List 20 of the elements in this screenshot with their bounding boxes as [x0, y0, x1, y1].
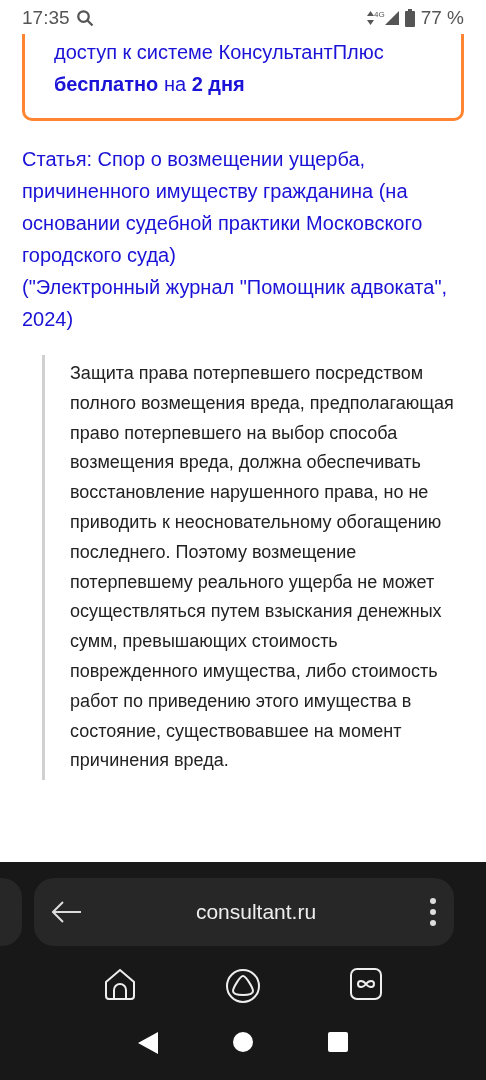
article-link[interactable]: Статья: Спор о возмещении ущерба, причиненного имуществу гражданина (на основании судебной практики Московского городского суда) ("Электронный журнал "Помощник адвоката", 2024): [22, 143, 464, 335]
network-type: 4G: [374, 9, 385, 21]
search-icon: [75, 9, 94, 27]
home-button-icon[interactable]: [233, 1032, 253, 1052]
promo-text: доступ к системе КонсультантПлюс бесплатно на 2 дня: [54, 40, 385, 97]
recents-icon[interactable]: [328, 1032, 349, 1052]
back-arrow-icon[interactable]: [52, 901, 82, 923]
battery-icon: [404, 9, 415, 27]
infinity-icon[interactable]: [349, 968, 382, 1000]
back-icon[interactable]: [137, 1032, 158, 1054]
signal-icon: [384, 11, 399, 25]
home-icon[interactable]: [104, 968, 137, 1000]
battery-level: 77 %: [420, 5, 464, 30]
data-arrows-icon: [367, 11, 374, 25]
quote-text: Защита права потерпевшего посредством полного возмещения вреда, предполагающая право потерпевшего на выбор способа возмещения вреда, должна обеспечивать восстановление нарушенного права, но не приводить к неосновательному обогащению последнего. Поэтому возмещение потерпевшему реального ущерба не может осуществляться путем взыскания денежных сумм, превышающих стоимость поврежденного имущества, либо стоимость работ по приведению этого имущества в состояние, существовавшее на момент причинения вреда.: [70, 362, 455, 773]
address-bar[interactable]: consultant.ru: [34, 878, 454, 946]
more-icon[interactable]: [430, 898, 436, 926]
clock: 17:35: [22, 5, 70, 30]
address-text: consultant.ru: [194, 899, 318, 926]
triangle-circle-icon[interactable]: [225, 968, 261, 1004]
